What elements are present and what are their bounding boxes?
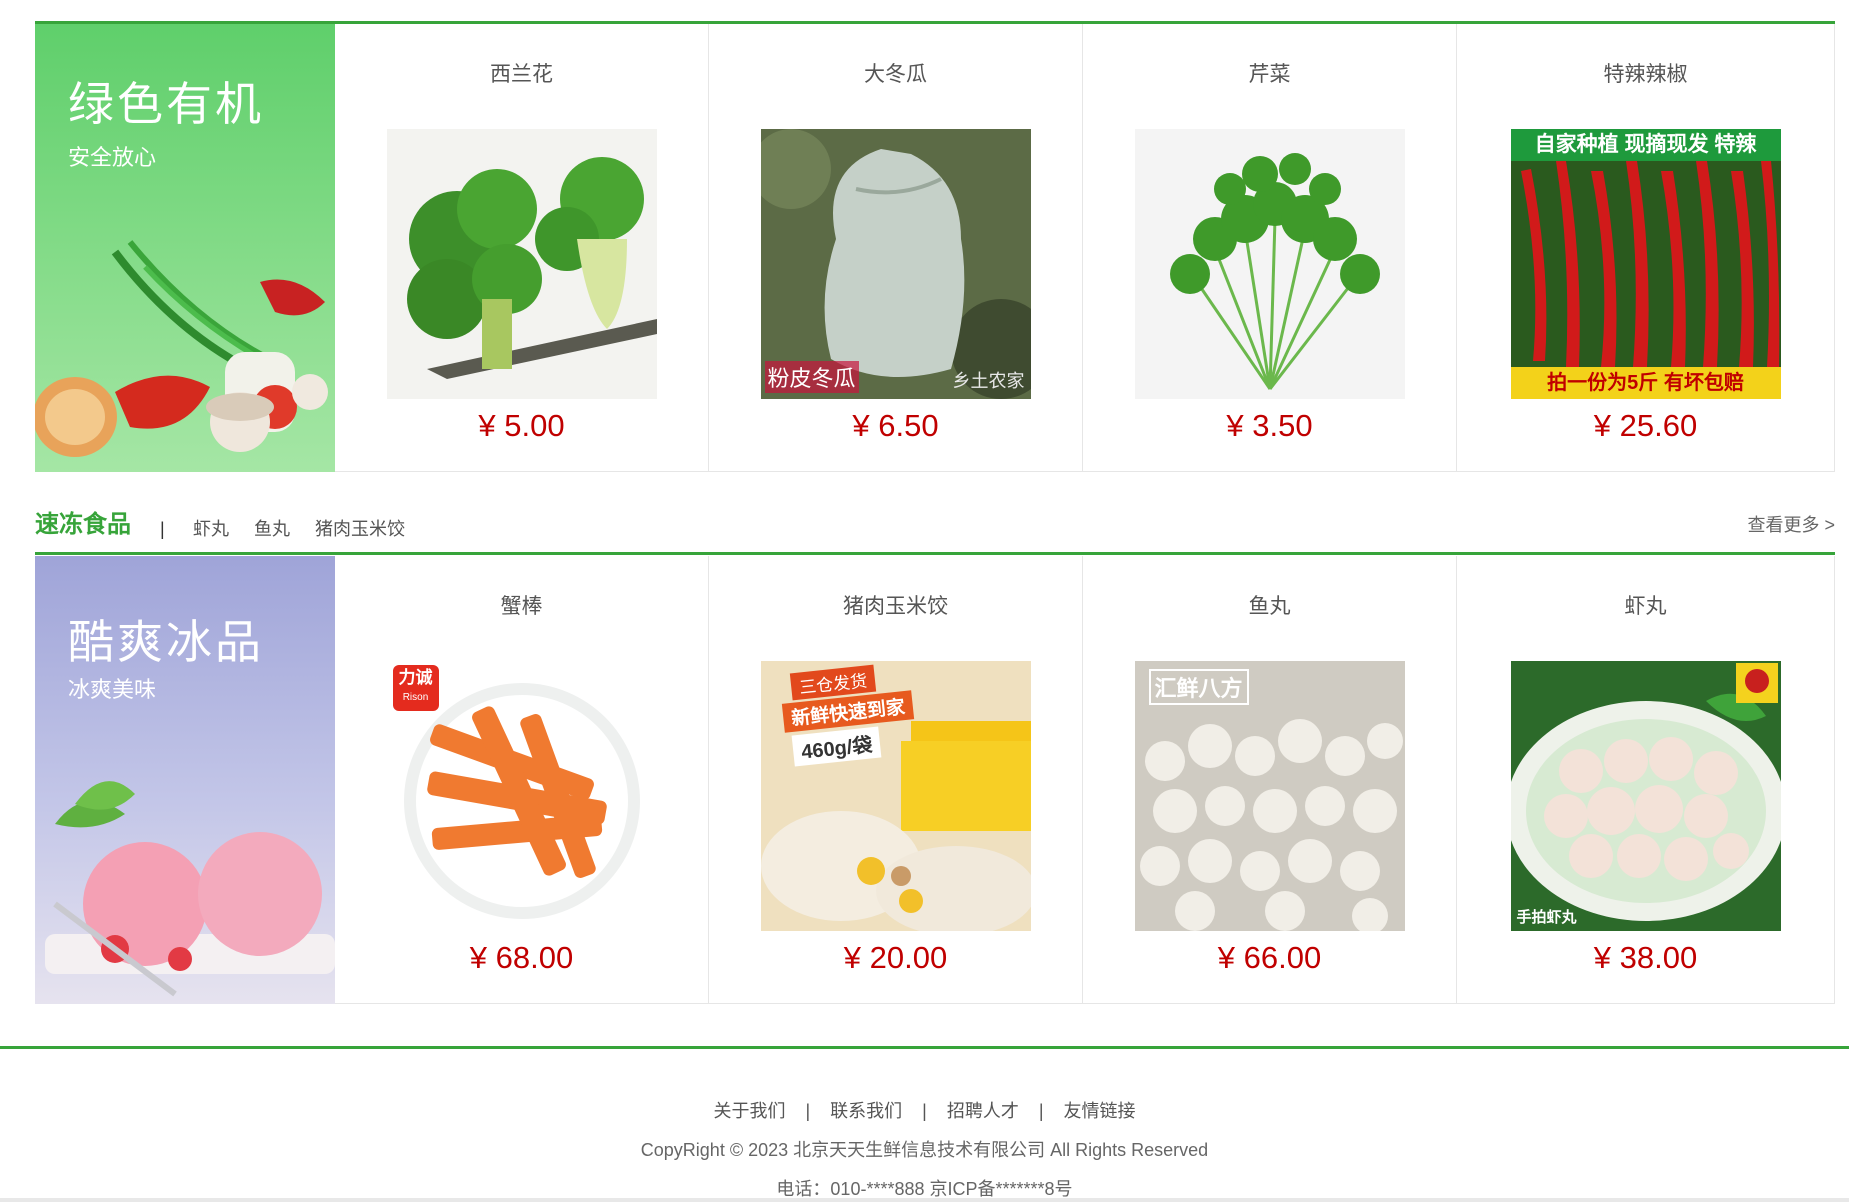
product-grid: 蟹棒 力诚 Rison ¥ 68.00 猪肉玉米饺 三仓发货 新鲜快速到家 46… — [335, 556, 1835, 1004]
product-name[interactable]: 大冬瓜 — [709, 58, 1082, 88]
product-card[interactable]: 猪肉玉米饺 三仓发货 新鲜快速到家 460g/袋 ¥ 20.00 — [709, 556, 1083, 1004]
product-price: ¥ 25.60 — [1593, 408, 1698, 443]
product-image[interactable]: 手拍虾丸 — [1510, 661, 1781, 931]
section-tags: 虾丸 鱼丸 猪肉玉米饺 — [193, 514, 425, 544]
brand-name: 力诚 — [398, 668, 433, 687]
footer-links: 关于我们 | 联系我们 | 招聘人才 | 友情链接 — [0, 1097, 1849, 1123]
product-card[interactable]: 虾丸 手拍虾丸 ¥ 38.00 — [1457, 556, 1835, 1004]
product-name[interactable]: 鱼丸 — [1083, 590, 1456, 620]
tag-link[interactable]: 猪肉玉米饺 — [315, 519, 405, 539]
section-divider — [35, 552, 1835, 555]
image-caption: 粉皮冬瓜 — [764, 361, 859, 393]
product-card[interactable]: 西兰花 ¥ 5.00 — [335, 24, 709, 472]
brand-logo: 汇鲜八方 — [1148, 669, 1249, 705]
view-more-link[interactable]: 查看更多 > — [1747, 510, 1835, 540]
icecream-illustration — [45, 781, 335, 997]
tag-link[interactable]: 鱼丸 — [254, 519, 290, 539]
tag-link[interactable]: 虾丸 — [193, 519, 229, 539]
image-watermark: 乡土农家 — [952, 371, 1025, 392]
product-name[interactable]: 虾丸 — [1457, 590, 1834, 620]
product-name[interactable]: 西兰花 — [335, 58, 708, 88]
brand-name-en: Rison — [402, 692, 429, 703]
footer-link-about[interactable]: 关于我们 — [713, 1101, 785, 1121]
footer-copyright: CopyRight © 2023 北京天天生鲜信息技术有限公司 All Righ… — [640, 1140, 1209, 1160]
pepper-image — [1510, 161, 1781, 367]
product-card[interactable]: 大冬瓜 粉皮冬瓜 乡土农家 ¥ 6.50 — [709, 24, 1083, 472]
product-name[interactable]: 蟹棒 — [335, 590, 708, 620]
banner-title: 绿色有机 — [68, 78, 264, 130]
footer-separator: | — [1038, 1101, 1044, 1121]
footer-link-contact[interactable]: 联系我们 — [830, 1101, 902, 1121]
footer-link-careers[interactable]: 招聘人才 — [947, 1101, 1019, 1121]
product-image[interactable]: 粉皮冬瓜 乡土农家 — [760, 129, 1031, 399]
product-price: ¥ 38.00 — [1593, 940, 1698, 975]
product-price: ¥ 5.00 — [478, 408, 565, 443]
product-image[interactable]: 汇鲜八方 — [1134, 661, 1405, 931]
product-card[interactable]: 蟹棒 力诚 Rison ¥ 68.00 — [335, 556, 709, 1004]
banner-subtitle: 安全放心 — [68, 145, 157, 170]
product-card[interactable]: 芹菜 ¥ 3.50 — [1083, 24, 1457, 472]
footer-link-friends[interactable]: 友情链接 — [1064, 1101, 1136, 1121]
footer-separator: | — [922, 1101, 927, 1121]
section-header: 速冻食品 | 虾丸 鱼丸 猪肉玉米饺 查看更多 > — [35, 510, 1835, 540]
product-image[interactable] — [1134, 129, 1405, 399]
shrimpball-image — [1510, 661, 1781, 931]
product-grid: 西兰花 ¥ 5.00 大冬瓜 粉皮冬瓜 乡土农家 ¥ 6.50 芹菜 ¥ 3.5… — [335, 24, 1835, 472]
product-name[interactable]: 芹菜 — [1083, 58, 1456, 88]
broccoli-image — [406, 157, 657, 379]
image-banner-top: 自家种植 现摘现发 特辣 — [1510, 129, 1781, 161]
product-name[interactable]: 猪肉玉米饺 — [709, 590, 1082, 620]
product-price: ¥ 68.00 — [469, 940, 574, 975]
brand-badge: 力诚 Rison — [392, 665, 439, 711]
vegetables-illustration — [35, 240, 328, 457]
image-caption: 手拍虾丸 — [1516, 909, 1577, 926]
product-price: ¥ 20.00 — [843, 940, 948, 975]
footer-separator: | — [805, 1101, 811, 1121]
product-price: ¥ 66.00 — [1217, 940, 1322, 975]
product-image[interactable]: 自家种植 现摘现发 特辣 拍一份为5斤 有坏包赔 — [1510, 129, 1781, 399]
footer-divider — [0, 1046, 1849, 1049]
product-image[interactable]: 力诚 Rison — [386, 661, 657, 931]
product-card[interactable]: 鱼丸 汇鲜八方 ¥ 66.00 — [1083, 556, 1457, 1004]
banner-vegetables[interactable]: 绿色有机 安全放心 — [35, 24, 335, 472]
banner-subtitle: 冰爽美味 — [68, 677, 157, 702]
wintermelon-image — [760, 129, 1031, 399]
product-image[interactable]: 三仓发货 新鲜快速到家 460g/袋 — [760, 661, 1031, 931]
product-name[interactable]: 特辣辣椒 — [1457, 58, 1834, 88]
product-price: ¥ 3.50 — [1226, 408, 1313, 443]
banner-title: 酷爽冰品 — [68, 616, 264, 668]
product-image[interactable] — [386, 129, 657, 399]
section-separator: | — [160, 519, 165, 539]
section-title[interactable]: 速冻食品 — [35, 510, 131, 540]
celery-image — [1169, 153, 1380, 390]
image-banner-bottom: 拍一份为5斤 有坏包赔 — [1510, 367, 1781, 399]
banner-frozen[interactable]: 酷爽冰品 冰爽美味 — [35, 556, 335, 1004]
product-card[interactable]: 特辣辣椒 自家种植 现摘现发 特辣 拍一份为5斤 有坏包赔 ¥ 25.60 — [1457, 24, 1835, 472]
product-price: ¥ 6.50 — [852, 408, 939, 443]
page-bottom-edge — [0, 1198, 1849, 1202]
